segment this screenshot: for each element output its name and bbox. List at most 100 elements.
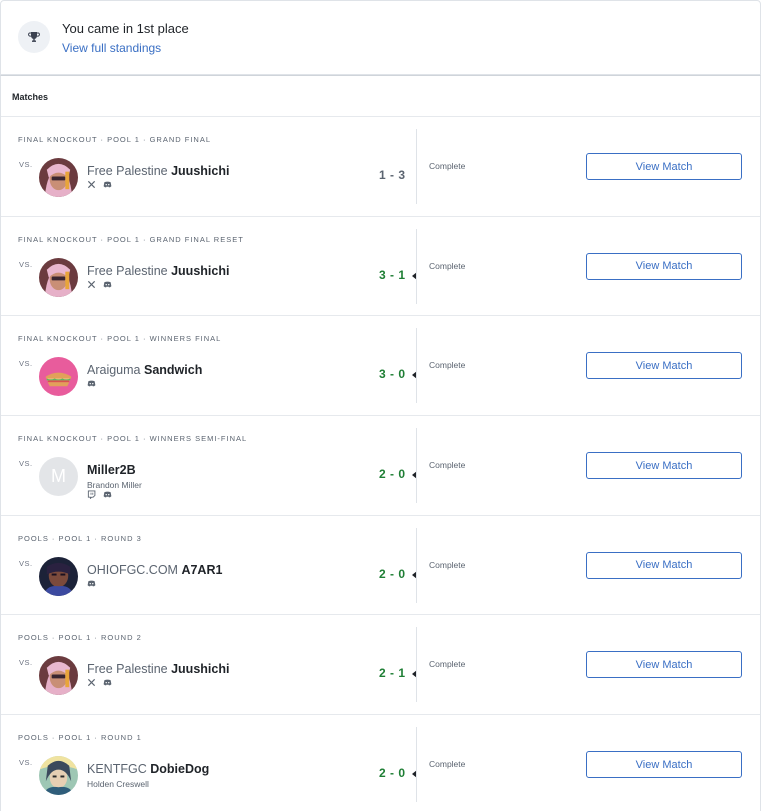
- vs-label: VS.: [19, 658, 33, 668]
- social-links: [87, 678, 112, 687]
- column-divider: [416, 627, 417, 703]
- social-links: [87, 379, 96, 388]
- round-label: POOLS · POOL 1 · ROUND 3: [18, 533, 142, 543]
- team-prefix: Free Palestine: [87, 662, 168, 677]
- twitch-icon[interactable]: [87, 490, 96, 500]
- vs-label: VS.: [19, 359, 33, 369]
- opponent-name[interactable]: Free Palestine Juushichi: [87, 164, 229, 178]
- view-match-button[interactable]: View Match: [586, 452, 742, 480]
- round-label: POOLS · POOL 1 · ROUND 1: [18, 733, 142, 743]
- discord-icon[interactable]: [103, 490, 112, 499]
- opponent-avatar[interactable]: M: [39, 457, 78, 497]
- match-score: 2 - 0: [379, 566, 406, 581]
- discord-icon[interactable]: [103, 678, 112, 687]
- matches-card: Matches FINAL KNOCKOUT · POOL 1 · GRAND …: [0, 75, 761, 811]
- match-row: POOLS · POOL 1 · ROUND 1 VS. KENTFGC Dobie…: [1, 715, 760, 811]
- match-row: POOLS · POOL 1 · ROUND 2 VS. Free Palestin…: [1, 615, 760, 716]
- team-prefix: KENTFGC: [87, 762, 147, 777]
- match-status: Complete: [429, 161, 466, 171]
- match-score: 2 - 0: [379, 766, 406, 781]
- discord-icon[interactable]: [103, 280, 112, 289]
- gamer-tag: Miller2B: [87, 463, 136, 478]
- gamer-tag: Sandwich: [143, 363, 203, 378]
- column-divider: [416, 129, 417, 204]
- trophy-icon: [18, 21, 50, 53]
- match-score: 3 - 1: [379, 267, 406, 282]
- team-prefix: Free Palestine: [87, 263, 168, 278]
- view-match-button[interactable]: View Match: [586, 352, 742, 380]
- match-score: 2 - 0: [379, 467, 406, 482]
- match-score: 1 - 3: [379, 168, 406, 182]
- opponent-name[interactable]: Free Palestine Juushichi: [87, 264, 229, 278]
- social-links: [87, 579, 96, 588]
- gamer-tag: Juushichi: [171, 164, 230, 178]
- social-links: [87, 180, 112, 189]
- opponent-real-name: Holden Creswell: [87, 779, 149, 790]
- placement-text: You came in 1st place: [62, 21, 189, 36]
- match-row: FINAL KNOCKOUT · POOL 1 · GRAND FINAL VS.…: [1, 117, 760, 217]
- opponent-name[interactable]: Free Palestine Juushichi: [87, 662, 229, 676]
- vs-label: VS.: [19, 259, 33, 269]
- discord-icon[interactable]: [87, 579, 96, 588]
- x-icon[interactable]: [87, 180, 96, 189]
- match-row: FINAL KNOCKOUT · POOL 1 · GRAND FINAL RE…: [1, 217, 760, 317]
- opponent-avatar[interactable]: [39, 357, 78, 397]
- standings-card: You came in 1st place View full standing…: [0, 0, 761, 75]
- gamer-tag: Juushichi: [171, 662, 230, 677]
- match-status: Complete: [429, 659, 466, 670]
- team-prefix: OHIOFGC.COM: [87, 562, 178, 577]
- view-match-button[interactable]: View Match: [586, 651, 742, 679]
- column-divider: [416, 228, 417, 304]
- opponent-avatar[interactable]: [39, 556, 78, 596]
- match-status: Complete: [429, 559, 466, 570]
- view-match-button[interactable]: View Match: [586, 153, 742, 180]
- column-divider: [416, 328, 417, 404]
- opponent-name[interactable]: Miller2B: [87, 463, 136, 477]
- view-match-button[interactable]: View Match: [586, 751, 742, 779]
- x-icon[interactable]: [87, 678, 96, 687]
- match-status: Complete: [429, 260, 466, 271]
- opponent-avatar[interactable]: [39, 656, 78, 696]
- gamer-tag: Juushichi: [171, 263, 230, 278]
- avatar-letter: M: [51, 466, 66, 487]
- gamer-tag: DobieDog: [150, 762, 210, 777]
- matches-header: Matches: [1, 76, 760, 117]
- view-match-button[interactable]: View Match: [586, 551, 742, 579]
- column-divider: [416, 428, 417, 504]
- match-score: 3 - 0: [379, 367, 406, 382]
- x-icon[interactable]: [87, 280, 96, 289]
- opponent-name[interactable]: OHIOFGC.COM A7AR1: [87, 563, 222, 577]
- round-label: FINAL KNOCKOUT · POOL 1 · WINNERS FINAL: [18, 334, 222, 344]
- discord-icon[interactable]: [103, 180, 112, 189]
- match-status: Complete: [429, 759, 466, 770]
- match-row: FINAL KNOCKOUT · POOL 1 · WINNERS FINAL V…: [1, 316, 760, 417]
- match-status: Complete: [429, 360, 466, 371]
- round-label: FINAL KNOCKOUT · POOL 1 · WINNERS SEMI-F…: [18, 434, 248, 444]
- social-links: [87, 490, 112, 500]
- match-score: 2 - 1: [379, 666, 406, 681]
- vs-label: VS.: [19, 160, 33, 169]
- discord-icon[interactable]: [87, 379, 96, 388]
- social-links: [87, 280, 112, 289]
- opponent-avatar[interactable]: [39, 257, 78, 297]
- match-status: Complete: [429, 460, 466, 471]
- opponent-avatar[interactable]: [39, 756, 78, 796]
- column-divider: [416, 527, 417, 603]
- opponent-name[interactable]: KENTFGC DobieDog: [87, 762, 209, 776]
- round-label: POOLS · POOL 1 · ROUND 2: [18, 633, 142, 643]
- vs-label: VS.: [19, 758, 33, 768]
- match-list: FINAL KNOCKOUT · POOL 1 · GRAND FINAL VS.…: [1, 117, 760, 811]
- view-full-standings-link[interactable]: View full standings: [62, 41, 161, 55]
- gamer-tag: A7AR1: [181, 562, 223, 577]
- team-prefix: Araiguma: [87, 363, 141, 378]
- vs-label: VS.: [19, 558, 33, 568]
- round-label: FINAL KNOCKOUT · POOL 1 · GRAND FINAL: [18, 135, 211, 144]
- round-label: FINAL KNOCKOUT · POOL 1 · GRAND FINAL RE…: [18, 234, 244, 244]
- column-divider: [416, 727, 417, 803]
- match-row: POOLS · POOL 1 · ROUND 3 VS. OHIOFGC.COM A…: [1, 516, 760, 616]
- view-match-button[interactable]: View Match: [586, 252, 742, 280]
- vs-label: VS.: [19, 459, 33, 469]
- team-prefix: Free Palestine: [87, 164, 168, 178]
- opponent-avatar[interactable]: [39, 158, 78, 197]
- opponent-name[interactable]: Araiguma Sandwich: [87, 363, 202, 377]
